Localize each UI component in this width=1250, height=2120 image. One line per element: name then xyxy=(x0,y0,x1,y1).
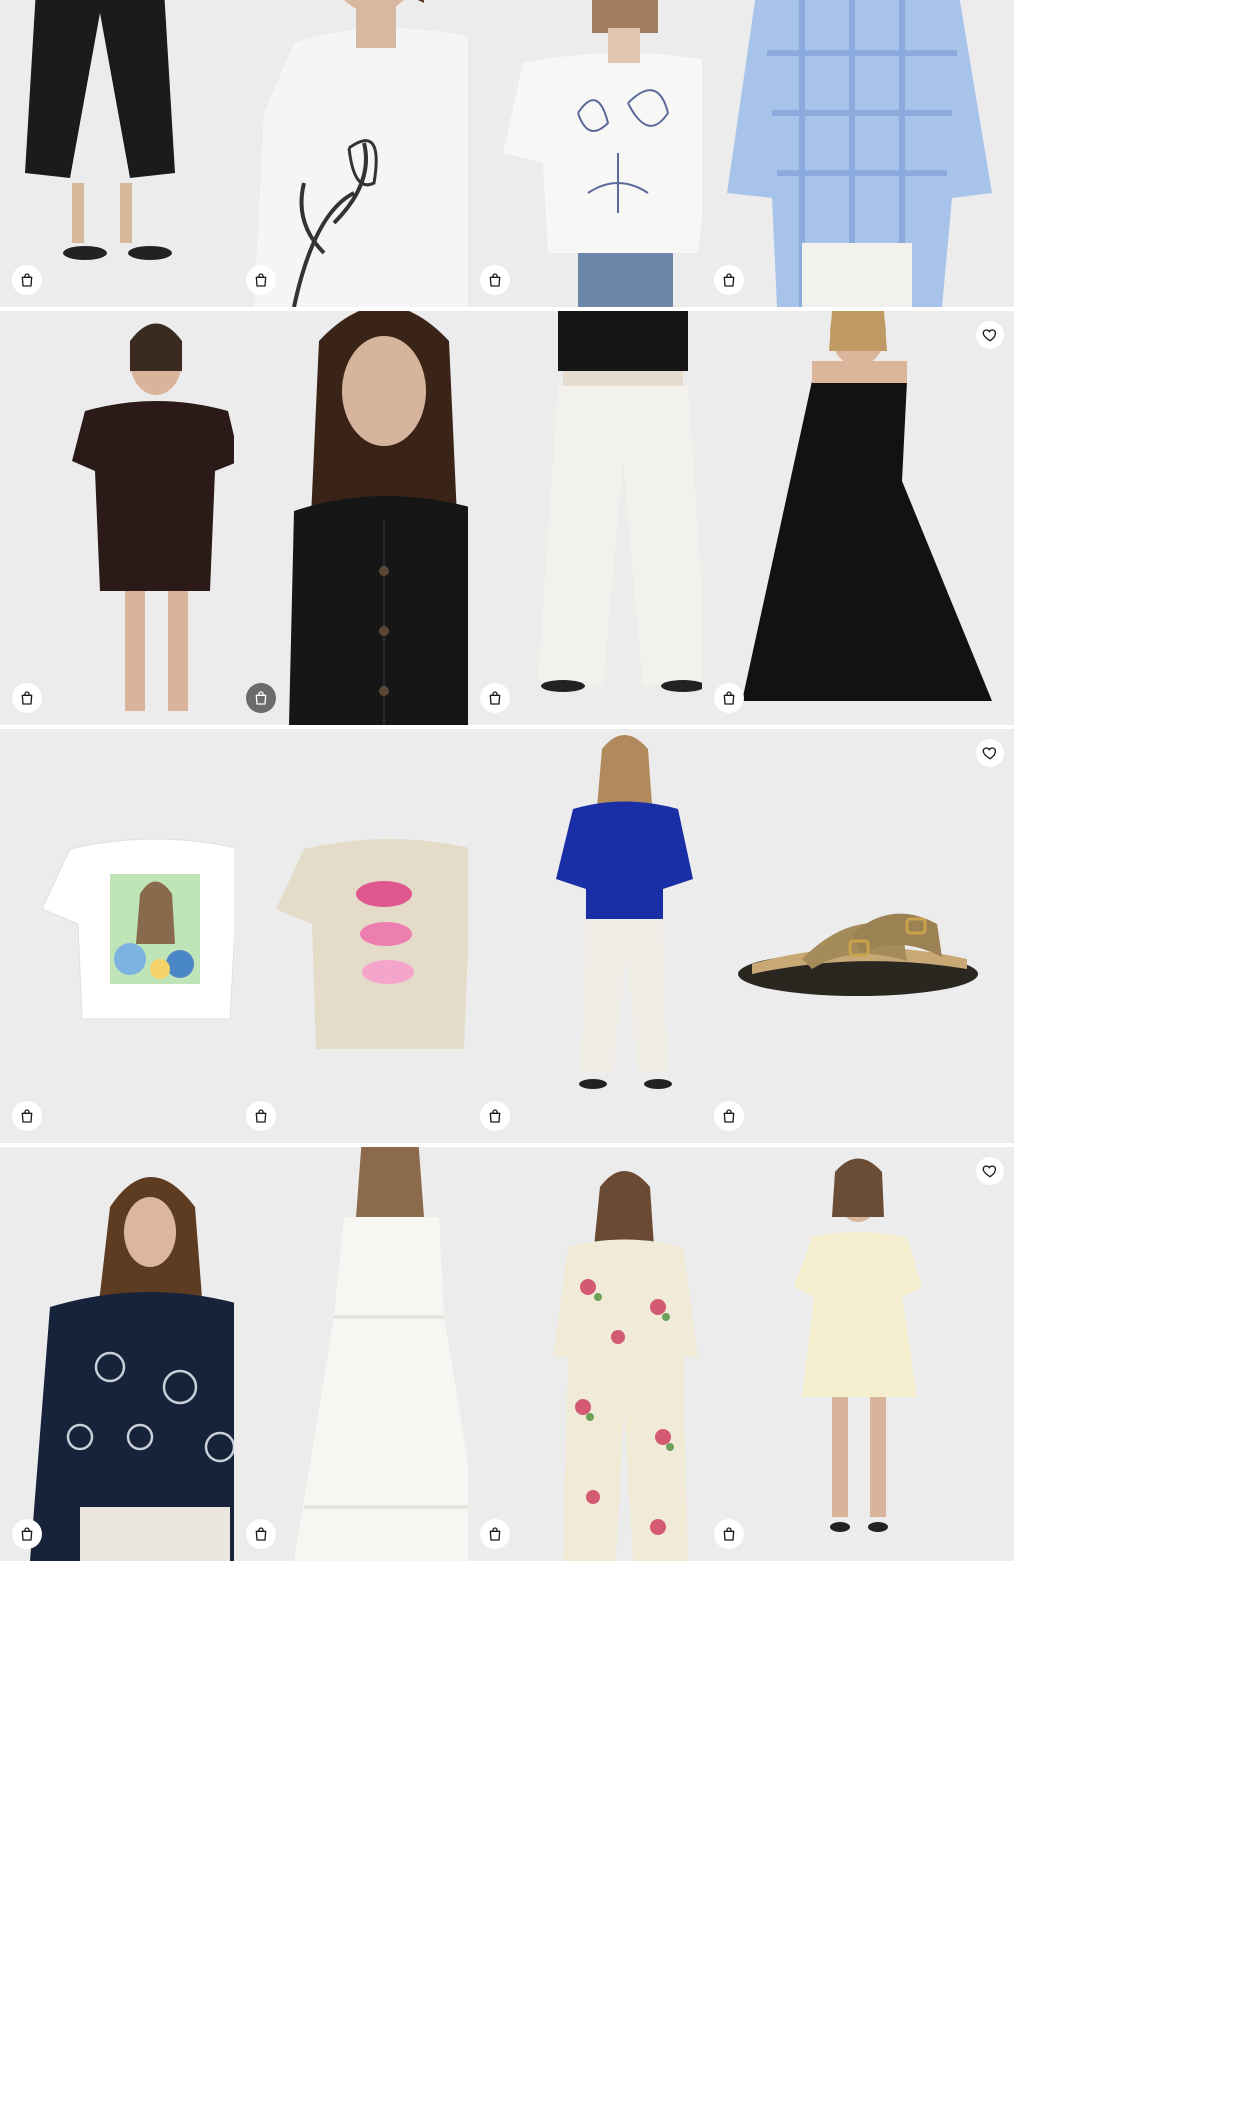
product-card[interactable] xyxy=(702,1147,1014,1561)
shopping-bag-icon xyxy=(19,272,35,288)
add-to-cart-button[interactable] xyxy=(12,683,42,713)
add-to-cart-button[interactable] xyxy=(246,265,276,295)
shopping-bag-icon xyxy=(253,690,269,706)
product-image[interactable] xyxy=(702,1147,1014,1561)
shopping-bag-icon xyxy=(721,1526,737,1542)
product-card[interactable]: Sukienka z prostym dekoltem★★★★½opinie (… xyxy=(702,311,1014,801)
add-to-cart-button[interactable] xyxy=(480,1519,510,1549)
product-photo xyxy=(794,1158,922,1532)
product-image[interactable] xyxy=(702,729,1014,1143)
product-image[interactable] xyxy=(702,311,1014,725)
product-image[interactable] xyxy=(702,0,1014,307)
shopping-bag-icon xyxy=(487,272,503,288)
shopping-bag-icon xyxy=(721,1108,737,1124)
shopping-bag-icon xyxy=(487,1526,503,1542)
add-to-cart-button[interactable] xyxy=(714,1101,744,1131)
shopping-bag-icon xyxy=(253,272,269,288)
product-photo xyxy=(742,311,992,701)
shopping-bag-icon xyxy=(19,1526,35,1542)
shopping-bag-icon xyxy=(721,272,737,288)
shopping-bag-icon xyxy=(253,1108,269,1124)
shopping-bag-icon xyxy=(19,1108,35,1124)
add-to-wishlist-button[interactable] xyxy=(976,1157,1004,1185)
add-to-cart-button[interactable] xyxy=(714,265,744,295)
add-to-cart-button[interactable] xyxy=(480,683,510,713)
add-to-cart-button[interactable] xyxy=(12,265,42,295)
add-to-cart-button[interactable] xyxy=(714,1519,744,1549)
add-to-cart-button[interactable] xyxy=(480,1101,510,1131)
shopping-bag-icon xyxy=(487,1108,503,1124)
add-to-wishlist-button[interactable] xyxy=(976,739,1004,767)
heart-icon xyxy=(982,745,998,761)
add-to-cart-button[interactable] xyxy=(246,1519,276,1549)
product-photo xyxy=(738,913,978,996)
heart-icon xyxy=(982,327,998,343)
shopping-bag-icon xyxy=(253,1526,269,1542)
add-to-cart-button[interactable] xyxy=(12,1101,42,1131)
add-to-wishlist-button[interactable] xyxy=(976,321,1004,349)
shopping-bag-icon xyxy=(19,690,35,706)
add-to-cart-button[interactable] xyxy=(714,683,744,713)
shopping-bag-icon xyxy=(721,690,737,706)
add-to-cart-button[interactable] xyxy=(246,683,276,713)
add-to-cart-button[interactable] xyxy=(480,265,510,295)
product-photo xyxy=(727,0,992,307)
heart-icon xyxy=(982,1163,998,1179)
add-to-cart-button[interactable] xyxy=(12,1519,42,1549)
add-to-cart-button[interactable] xyxy=(246,1101,276,1131)
shopping-bag-icon xyxy=(487,690,503,706)
